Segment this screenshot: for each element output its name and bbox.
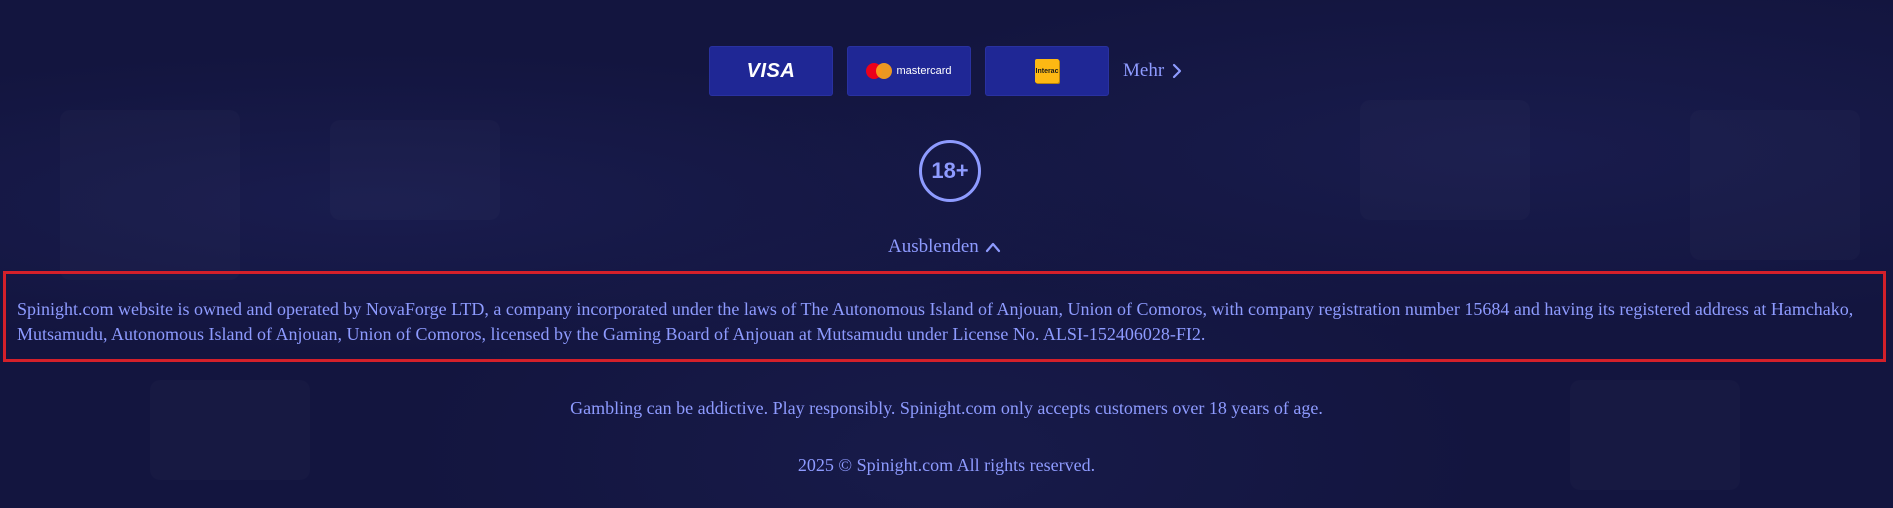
mastercard-circles-icon: [866, 63, 893, 79]
age-restriction-badge: 18+: [919, 140, 981, 202]
license-info-box: Spinight.com website is owned and operat…: [3, 271, 1886, 362]
collapse-toggle-label: Ausblenden: [888, 236, 979, 257]
background-tile: [60, 110, 240, 280]
more-payments-label: Mehr: [1123, 60, 1165, 81]
chevron-right-icon: [1173, 63, 1182, 79]
mastercard-label: mastercard: [896, 65, 952, 77]
visa-logo: VISA: [746, 59, 796, 82]
interac-logo: Interac: [1035, 59, 1059, 83]
responsible-gambling-note: Gambling can be addictive. Play responsi…: [570, 398, 1323, 418]
copyright-text: 2025 © Spinight.com All rights reserved.: [797, 455, 1096, 475]
age-restriction-text: 18+: [931, 158, 969, 183]
more-payments-link[interactable]: Mehr: [1123, 60, 1182, 82]
license-text: Spinight.com website is owned and operat…: [17, 299, 1854, 344]
payment-card-interac[interactable]: Interac: [985, 46, 1109, 96]
background-tile: [1360, 100, 1530, 220]
collapse-toggle[interactable]: Ausblenden: [888, 236, 1001, 258]
interac-logo-text: Interac: [1035, 67, 1059, 75]
chevron-up-icon: [985, 242, 1000, 253]
background-tile: [1690, 110, 1860, 260]
payment-card-visa[interactable]: VISA: [709, 46, 833, 96]
mastercard-logo: mastercard: [866, 63, 952, 79]
background-tile: [330, 120, 500, 220]
payment-card-mastercard[interactable]: mastercard: [847, 46, 971, 96]
payment-methods: VISA mastercard Interac Mehr: [709, 46, 1182, 96]
